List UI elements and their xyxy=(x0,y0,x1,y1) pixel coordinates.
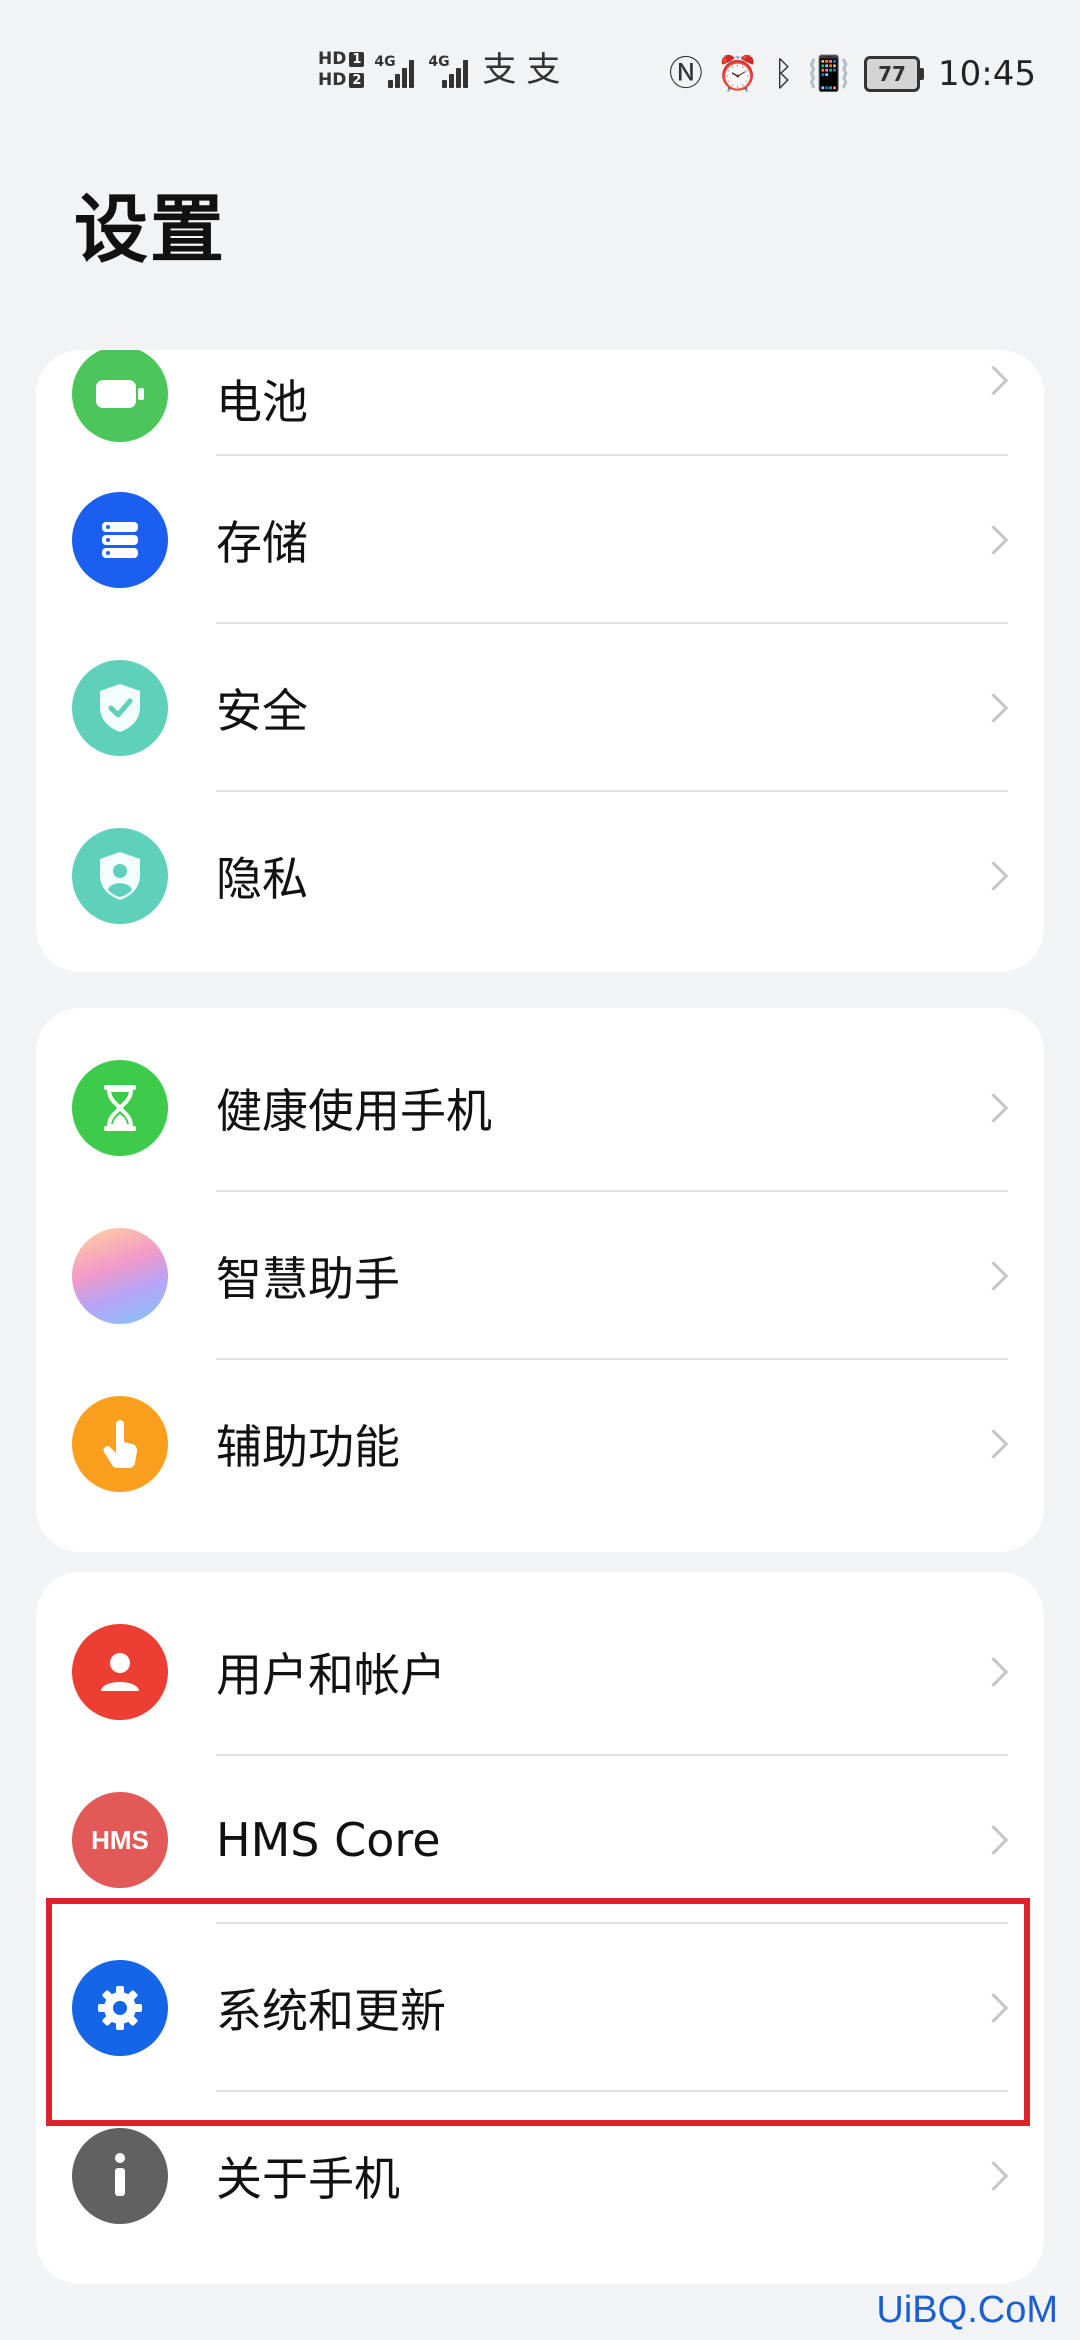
info-icon xyxy=(72,2128,168,2224)
settings-group-1: 电池 存储 安全 隐私 xyxy=(36,350,1044,972)
hand-icon xyxy=(72,1396,168,1492)
settings-item-battery[interactable]: 电池 xyxy=(36,350,1044,456)
settings-group-2: 健康使用手机 智慧助手 辅助功能 xyxy=(36,1008,1044,1552)
settings-item-security[interactable]: 安全 xyxy=(36,624,1044,792)
chevron-right-icon xyxy=(978,1261,1009,1291)
settings-item-privacy[interactable]: 隐私 xyxy=(36,792,1044,960)
settings-item-accessibility[interactable]: 辅助功能 xyxy=(36,1360,1044,1528)
alarm-icon: ⏰ xyxy=(716,54,760,94)
nfc-icon: Ⓝ xyxy=(668,54,703,94)
chevron-right-icon xyxy=(978,1825,1009,1855)
settings-item-label: 电池 xyxy=(216,375,308,429)
battery-icon xyxy=(72,350,168,442)
settings-item-digital-balance[interactable]: 健康使用手机 xyxy=(36,1024,1044,1192)
highlight-box xyxy=(46,1898,1030,2126)
settings-item-label: 存储 xyxy=(216,516,308,570)
chevron-right-icon xyxy=(978,1657,1009,1687)
hourglass-icon xyxy=(72,1060,168,1156)
settings-item-assistant[interactable]: 智慧助手 xyxy=(36,1192,1044,1360)
user-icon xyxy=(72,1624,168,1720)
chevron-right-icon xyxy=(978,2161,1009,2191)
status-bar: HD 1 HD 2 4G 4G 支 支 Ⓝ ⏰ ᛒ 📳 77 10:45 xyxy=(0,0,1080,150)
chevron-right-icon xyxy=(978,1429,1009,1459)
settings-item-label: 智慧助手 xyxy=(216,1252,400,1306)
privacy-icon xyxy=(72,828,168,924)
network-type-label: 4G xyxy=(374,54,396,70)
settings-item-label: 关于手机 xyxy=(216,2152,400,2206)
settings-item-label: 用户和帐户 xyxy=(216,1648,446,1702)
settings-item-label: 辅助功能 xyxy=(216,1420,400,1474)
chevron-right-icon xyxy=(978,365,1009,396)
settings-item-label: HMS Core xyxy=(216,1813,441,1867)
settings-item-label: 健康使用手机 xyxy=(216,1084,492,1138)
storage-icon xyxy=(72,492,168,588)
bluetooth-icon: ᛒ xyxy=(773,54,794,94)
hd1-number: 1 xyxy=(349,52,365,67)
settings-item-label: 隐私 xyxy=(216,852,308,906)
settings-item-storage[interactable]: 存储 xyxy=(36,456,1044,624)
chevron-right-icon xyxy=(978,525,1009,555)
clock: 10:45 xyxy=(938,54,1036,94)
hd-indicators: HD 1 HD 2 xyxy=(318,49,365,90)
shield-check-icon xyxy=(72,660,168,756)
settings-item-users-accounts[interactable]: 用户和帐户 xyxy=(36,1588,1044,1756)
watermark: UiBQ.CoM xyxy=(876,2289,1058,2331)
assistant-icon xyxy=(72,1228,168,1324)
hd2-label: HD xyxy=(318,70,347,90)
hms-icon-text: HMS xyxy=(91,1824,149,1855)
app-notification-icon-2: 支 xyxy=(526,50,561,90)
hd1-label: HD xyxy=(318,49,347,69)
vibrate-icon: 📳 xyxy=(807,54,851,94)
hms-icon: HMS xyxy=(72,1792,168,1888)
signal-icon: 4G xyxy=(374,48,418,92)
chevron-right-icon xyxy=(978,1093,1009,1123)
hd2-number: 2 xyxy=(349,73,365,88)
app-notification-icon: 支 xyxy=(482,50,517,90)
page-title: 设置 xyxy=(74,187,226,273)
chevron-right-icon xyxy=(978,861,1009,891)
signal-icon-2: 4G xyxy=(428,48,472,92)
chevron-right-icon xyxy=(978,693,1009,723)
battery-level: 77 xyxy=(864,56,921,92)
battery-indicator: 77 xyxy=(864,56,925,92)
settings-item-label: 安全 xyxy=(216,684,308,738)
network-type-label-2: 4G xyxy=(428,54,450,70)
